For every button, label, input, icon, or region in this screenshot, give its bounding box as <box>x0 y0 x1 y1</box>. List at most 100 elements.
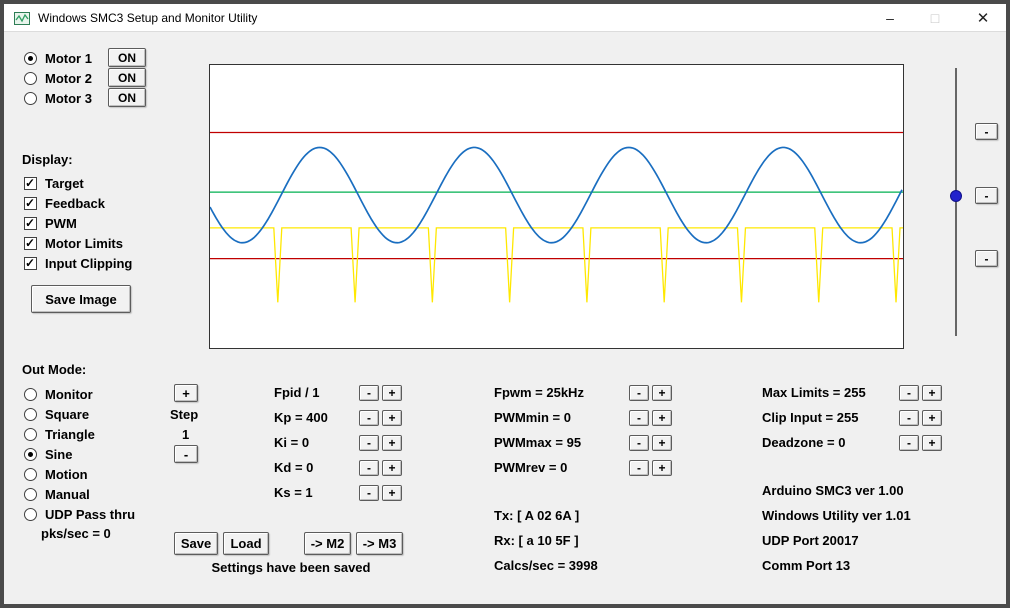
outmode-manual-radio[interactable] <box>24 487 37 501</box>
kp-plus-button[interactable]: + <box>382 410 402 426</box>
kp-label: Kp = 400 <box>274 410 328 425</box>
fpid-plus-button[interactable]: + <box>382 385 402 401</box>
maximize-icon[interactable]: □ <box>915 4 955 32</box>
pwmmin-minus-button[interactable]: - <box>629 410 649 426</box>
fpid-spinner: - + <box>359 385 402 401</box>
outmode-triangle-label: Triangle <box>45 426 95 442</box>
motor-3-radio[interactable] <box>24 91 37 105</box>
display-target-row: Target <box>24 174 84 192</box>
pwmmin-plus-button[interactable]: + <box>652 410 672 426</box>
outmode-monitor-radio[interactable] <box>24 387 37 401</box>
outmode-square-row: Square <box>24 405 89 423</box>
outmode-motion-row: Motion <box>24 465 88 483</box>
app-window: Windows SMC3 Setup and Monitor Utility –… <box>0 0 1010 608</box>
ks-minus-button[interactable]: - <box>359 485 379 501</box>
display-feedback-checkbox[interactable] <box>24 196 37 210</box>
display-feedback-row: Feedback <box>24 194 105 212</box>
motor-2-label: Motor 2 <box>45 70 92 86</box>
load-button[interactable]: Load <box>223 532 269 555</box>
pks-per-sec-label: pks/sec = 0 <box>41 526 111 541</box>
display-motor-limits-label: Motor Limits <box>45 235 123 251</box>
scope-lower-minus-button[interactable]: - <box>975 250 998 267</box>
outmode-triangle-radio[interactable] <box>24 427 37 441</box>
outmode-motion-label: Motion <box>45 466 88 482</box>
out-mode-heading: Out Mode: <box>22 362 87 377</box>
scope-plot <box>210 131 903 303</box>
pwmmax-minus-button[interactable]: - <box>629 435 649 451</box>
to-m2-button[interactable]: -> M2 <box>304 532 351 555</box>
motor-2-on-button[interactable]: ON <box>108 68 146 87</box>
display-motor-limits-checkbox[interactable] <box>24 236 37 250</box>
udp-port: UDP Port 20017 <box>762 533 859 548</box>
ki-plus-button[interactable]: + <box>382 435 402 451</box>
display-pwm-checkbox[interactable] <box>24 216 37 230</box>
outmode-manual-row: Manual <box>24 485 90 503</box>
display-input-clipping-label: Input Clipping <box>45 255 133 271</box>
window-title: Windows SMC3 Setup and Monitor Utility <box>38 11 258 25</box>
deadzone-plus-button[interactable]: + <box>922 435 942 451</box>
rx-readout: Rx: [ a 10 5F ] <box>494 533 579 548</box>
scope-slider-track[interactable] <box>955 68 957 336</box>
motor-1-radio[interactable] <box>24 51 37 65</box>
outmode-square-radio[interactable] <box>24 407 37 421</box>
display-input-clipping-checkbox[interactable] <box>24 256 37 270</box>
outmode-manual-label: Manual <box>45 486 90 502</box>
outmode-sine-row: Sine <box>24 445 72 463</box>
clip-input-minus-button[interactable]: - <box>899 410 919 426</box>
fpwm-spinner: - + <box>629 385 672 401</box>
display-input-clipping-row: Input Clipping <box>24 254 132 272</box>
max-limits-plus-button[interactable]: + <box>922 385 942 401</box>
outmode-motion-radio[interactable] <box>24 467 37 481</box>
scope-center-minus-button[interactable]: - <box>975 187 998 204</box>
pwmmin-spinner: - + <box>629 410 672 426</box>
kd-spinner: - + <box>359 460 402 476</box>
display-feedback-label: Feedback <box>45 195 105 211</box>
pwmrev-label: PWMrev = 0 <box>494 460 568 475</box>
motor-1-label: Motor 1 <box>45 50 92 66</box>
app-icon <box>14 12 30 25</box>
scope-upper-minus-button[interactable]: - <box>975 123 998 140</box>
fpid-minus-button[interactable]: - <box>359 385 379 401</box>
ki-minus-button[interactable]: - <box>359 435 379 451</box>
motor-1-on-button[interactable]: ON <box>108 48 146 67</box>
display-target-checkbox[interactable] <box>24 176 37 190</box>
kp-minus-button[interactable]: - <box>359 410 379 426</box>
deadzone-minus-button[interactable]: - <box>899 435 919 451</box>
kd-plus-button[interactable]: + <box>382 460 402 476</box>
save-image-button[interactable]: Save Image <box>31 285 131 313</box>
step-minus-button[interactable]: - <box>174 445 198 463</box>
fpwm-label: Fpwm = 25kHz <box>494 385 584 400</box>
outmode-udp-pass-thru-radio[interactable] <box>24 507 37 521</box>
ks-plus-button[interactable]: + <box>382 485 402 501</box>
step-value: 1 <box>182 427 190 442</box>
ki-spinner: - + <box>359 435 402 451</box>
fpwm-plus-button[interactable]: + <box>652 385 672 401</box>
display-pwm-label: PWM <box>45 215 77 231</box>
max-limits-spinner: - + <box>899 385 942 401</box>
motor-2-radio[interactable] <box>24 71 37 85</box>
pwmrev-minus-button[interactable]: - <box>629 460 649 476</box>
step-plus-button[interactable]: + <box>174 384 198 402</box>
motor-3-row: Motor 3 ON <box>24 88 174 107</box>
pwmrev-plus-button[interactable]: + <box>652 460 672 476</box>
pwmmin-label: PWMmin = 0 <box>494 410 571 425</box>
fpwm-minus-button[interactable]: - <box>629 385 649 401</box>
motor-3-on-button[interactable]: ON <box>108 88 146 107</box>
motor-2-row: Motor 2 ON <box>24 68 174 87</box>
kd-label: Kd = 0 <box>274 460 314 475</box>
minimize-icon[interactable]: – <box>870 4 910 32</box>
pwmmax-plus-button[interactable]: + <box>652 435 672 451</box>
deadzone-label: Deadzone = 0 <box>762 435 846 450</box>
close-icon[interactable]: ✕ <box>960 4 1006 32</box>
display-pwm-row: PWM <box>24 214 77 232</box>
pwmmax-spinner: - + <box>629 435 672 451</box>
scope-chart <box>209 64 904 349</box>
scope-slider-thumb[interactable] <box>950 190 962 202</box>
max-limits-minus-button[interactable]: - <box>899 385 919 401</box>
outmode-sine-radio[interactable] <box>24 447 37 461</box>
kd-minus-button[interactable]: - <box>359 460 379 476</box>
save-button[interactable]: Save <box>174 532 218 555</box>
clip-input-plus-button[interactable]: + <box>922 410 942 426</box>
titlebar: Windows SMC3 Setup and Monitor Utility –… <box>4 4 1006 32</box>
to-m3-button[interactable]: -> M3 <box>356 532 403 555</box>
